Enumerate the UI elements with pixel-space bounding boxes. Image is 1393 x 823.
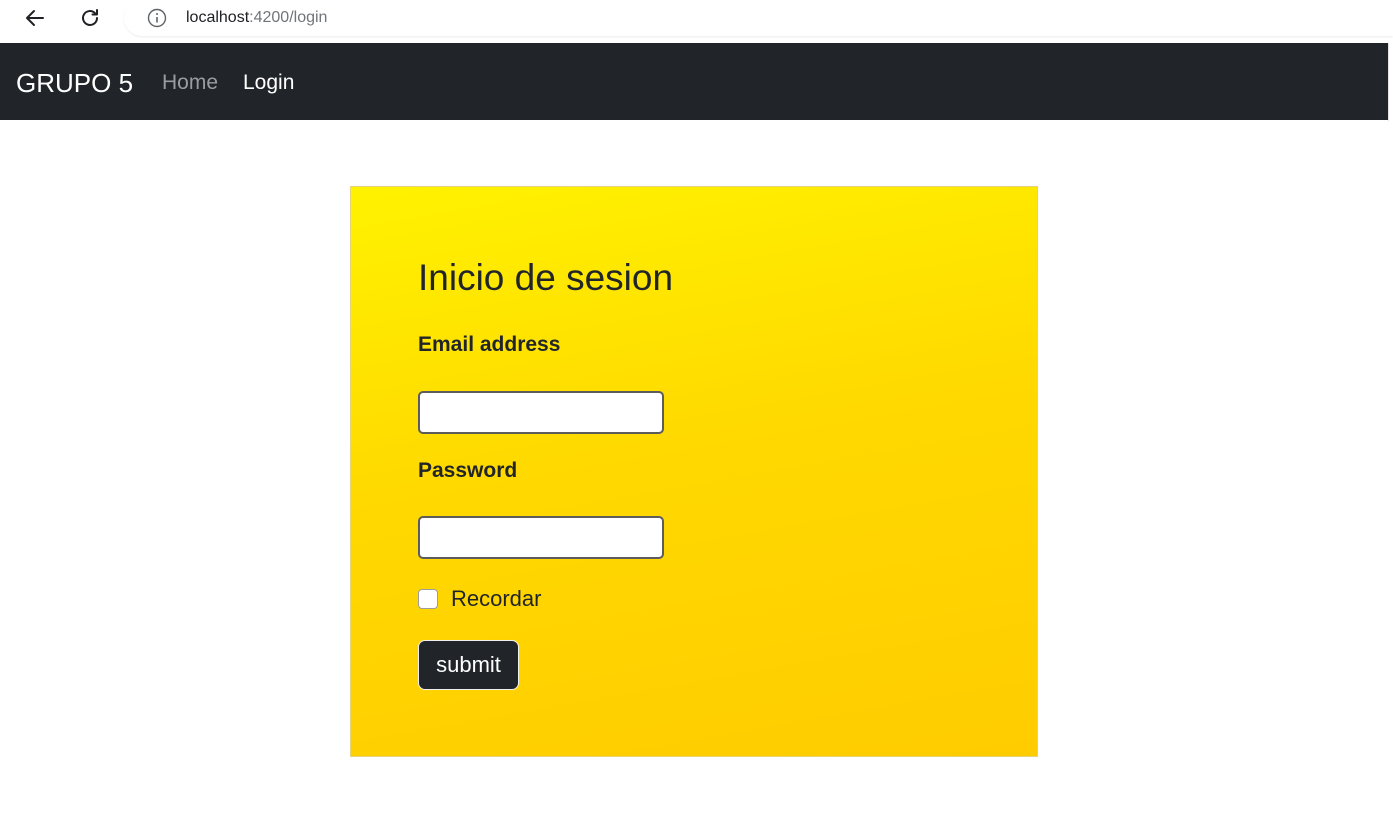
email-field[interactable] <box>418 391 664 434</box>
scrollbar-track[interactable] <box>1388 43 1393 121</box>
navbar-brand[interactable]: GRUPO 5 <box>16 68 133 98</box>
address-bar[interactable]: localhost:4200/login <box>124 0 1393 36</box>
nav-link-home[interactable]: Home <box>162 70 218 96</box>
password-field[interactable] <box>418 516 664 559</box>
submit-button[interactable]: submit <box>418 640 519 690</box>
email-label: Email address <box>418 333 561 356</box>
reload-icon <box>82 9 98 26</box>
password-label: Password <box>418 459 518 482</box>
reload-button[interactable] <box>75 3 105 33</box>
back-button[interactable] <box>20 3 50 33</box>
url-text[interactable]: localhost:4200/login <box>186 8 327 28</box>
page-title: Inicio de sesion <box>418 257 674 298</box>
remember-label[interactable]: Recordar <box>451 586 541 612</box>
browser-toolbar: localhost:4200/login <box>0 0 1393 42</box>
url-host: localhost <box>186 9 250 26</box>
info-icon[interactable] <box>146 7 168 29</box>
top-navbar: GRUPO 5 Home Login <box>0 43 1388 120</box>
arrow-left-icon <box>26 10 44 26</box>
url-path: :4200/login <box>249 9 328 26</box>
nav-link-login[interactable]: Login <box>243 70 294 96</box>
remember-row: Recordar <box>418 586 541 612</box>
login-card: Inicio de sesion Email address Password … <box>350 186 1038 757</box>
remember-checkbox[interactable] <box>418 589 438 609</box>
